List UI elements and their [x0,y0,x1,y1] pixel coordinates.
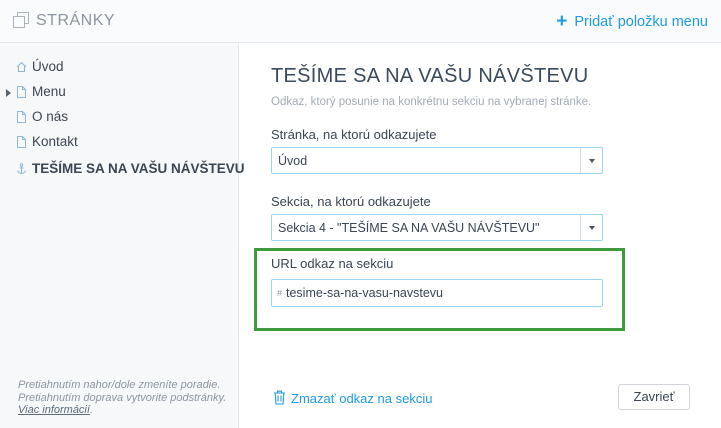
sidebar-item-label: TEŠÍME SA NA VAŠU NÁVŠTEVU [32,161,245,176]
page-select-label: Stránka, na ktorú odkazujete [271,127,437,142]
sidebar: Úvod Menu O nás Kontakt TEŠÍME SA NA VAŠ… [0,43,245,428]
header-bar: STRÁNKY + Pridať položku menu [0,0,721,43]
more-info-link[interactable]: Viac informácií [18,404,90,416]
section-link-form: TEŠÍME SA NA VAŠU NÁVŠTEVU Odkaz, ktorý … [240,43,721,428]
sidebar-item-label: Úvod [32,59,64,74]
delete-section-link-label: Zmazať odkaz na sekciu [291,391,433,406]
chevron-down-icon[interactable] [580,148,602,173]
trash-icon [274,390,285,405]
close-button[interactable]: Zavrieť [618,384,690,410]
reorder-hint-text: Pretiahnutím nahor/dole zmeníte poradie.… [18,379,227,404]
page-icon [17,86,26,98]
add-menu-item-button[interactable]: + Pridať položku menu [556,11,708,33]
section-url-input[interactable]: # tesime-sa-na-vasu-navstevu [271,279,603,307]
page-select-value: Úvod [278,154,308,168]
sidebar-item-label: Menu [32,84,66,99]
sidebar-item-label: Kontakt [32,134,78,149]
section-select-value: Sekcia 4 - "TEŠÍME SA NA VAŠU NÁVŠTEVU" [278,221,540,235]
panel-title: STRÁNKY [36,12,116,29]
expand-caret-icon[interactable] [6,89,11,97]
sidebar-item-section-anchor[interactable]: TEŠÍME SA NA VAŠU NÁVŠTEVU [0,160,245,182]
url-field-label: URL odkaz na sekciu [271,256,394,271]
plus-icon: + [556,11,568,32]
page-subtitle: Odkaz, ktorý posunie na konkrétnu sekciu… [271,96,592,108]
sidebar-item-kontakt[interactable]: Kontakt [0,133,238,155]
section-select-label: Sekcia, na ktorú odkazujete [271,194,431,209]
page-select[interactable]: Úvod [271,147,603,174]
page-icon [17,136,26,148]
reorder-hint: Pretiahnutím nahor/dole zmeníte poradie.… [18,379,228,417]
sidebar-item-menu[interactable]: Menu [0,83,238,105]
hash-prefix: # [277,288,283,298]
sidebar-item-uvod[interactable]: Úvod [0,58,238,80]
section-select[interactable]: Sekcia 4 - "TEŠÍME SA NA VAŠU NÁVŠTEVU" [271,214,603,241]
sidebar-item-o-nas[interactable]: O nás [0,108,238,130]
pages-icon [13,12,29,28]
hint-end: . [89,404,93,416]
page-icon [17,111,26,123]
add-menu-item-label: Pridať položku menu [574,14,708,30]
sidebar-item-label: O nás [32,109,69,124]
page-title: TEŠÍME SA NA VAŠU NÁVŠTEVU [271,65,589,87]
home-icon [16,61,27,73]
anchor-icon [17,163,26,175]
section-url-value: tesime-sa-na-vasu-navstevu [286,286,444,300]
chevron-down-icon[interactable] [580,215,602,240]
